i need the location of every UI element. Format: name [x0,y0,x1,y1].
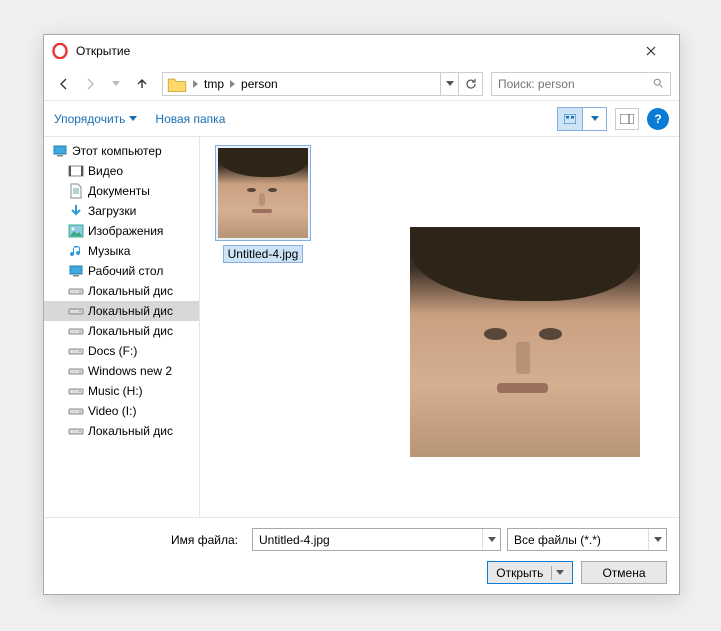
nav-row: tmp person [44,67,679,101]
tree-label: Музыка [88,244,130,258]
back-button[interactable] [52,72,76,96]
search-field[interactable] [498,77,653,91]
drive-icon [68,403,84,419]
search-icon [653,77,664,90]
nav-tree[interactable]: Этот компьютер Видео Документы Загрузки Изо… [44,137,200,517]
organize-menu[interactable]: Упорядочить [54,112,137,126]
tree-item[interactable]: Рабочий стол [44,261,199,281]
tree-root-this-pc[interactable]: Этот компьютер [44,141,199,161]
tree-item[interactable]: Видео [44,161,199,181]
close-button[interactable] [631,37,671,65]
new-folder-button[interactable]: Новая папка [155,112,225,126]
drive-icon [68,283,84,299]
drive-icon [68,423,84,439]
cancel-button[interactable]: Отмена [581,561,667,584]
tree-label: Локальный дис [88,284,173,298]
chevron-right-icon[interactable] [191,77,200,91]
filename-dropdown[interactable] [482,529,500,550]
file-item[interactable]: Untitled-4.jpg [208,145,318,263]
folder-icon [167,74,187,94]
tree-item[interactable]: Video (I:) [44,401,199,421]
drive-icon [68,303,84,319]
music-icon [68,243,84,259]
image-icon [68,223,84,239]
tree-label: Windows new 2 [88,364,172,378]
filetype-text: Все файлы (*.*) [508,533,648,547]
drive-icon [68,363,84,379]
download-icon [68,203,84,219]
tree-label: Docs (F:) [88,344,137,358]
titlebar: Открытие [44,35,679,67]
tree-item[interactable]: Windows new 2 [44,361,199,381]
footer: Имя файла: Все файлы (*.*) Открыть Отмен… [44,517,679,594]
drive-icon [68,323,84,339]
window-title: Открытие [76,44,631,58]
tree-label: Локальный дис [88,304,173,318]
tree-label: Music (H:) [88,384,143,398]
filename-label: Имя файла: [56,533,246,547]
breadcrumb-dropdown[interactable] [440,73,458,95]
view-icons-button[interactable] [558,108,582,130]
pc-icon [52,143,68,159]
view-mode-group [557,107,607,131]
tree-label: Video (I:) [88,404,136,418]
tree-label: Загрузки [88,204,136,218]
file-label: Untitled-4.jpg [223,245,304,263]
preview-pane-button[interactable] [615,108,639,130]
tree-item[interactable]: Загрузки [44,201,199,221]
breadcrumb[interactable]: tmp person [162,72,483,96]
tree-label: Видео [88,164,123,178]
tree-item[interactable]: Музыка [44,241,199,261]
files-area: Untitled-4.jpg [200,137,679,517]
toolbar: Упорядочить Новая папка ? [44,101,679,137]
drive-icon [68,343,84,359]
preview-image [410,227,640,457]
video-icon [68,163,84,179]
file-open-dialog: Открытие tmp person Упорядочить Но [43,34,680,595]
tree-label: Рабочий стол [88,264,163,278]
forward-button[interactable] [78,72,102,96]
tree-label: Локальный дис [88,424,173,438]
desktop-icon [68,263,84,279]
body: Этот компьютер Видео Документы Загрузки Изо… [44,137,679,517]
drive-icon [68,383,84,399]
tree-label: Этот компьютер [72,144,162,158]
tree-item[interactable]: Docs (F:) [44,341,199,361]
up-button[interactable] [130,72,154,96]
help-button[interactable]: ? [647,108,669,130]
opera-icon [52,43,68,59]
tree-item[interactable]: Локальный дис [44,281,199,301]
file-thumbnail [215,145,311,241]
tree-item[interactable]: Локальный дис [44,421,199,441]
chevron-right-icon[interactable] [228,77,237,91]
file-list[interactable]: Untitled-4.jpg [200,137,400,517]
refresh-button[interactable] [458,73,482,95]
tree-label: Документы [88,184,150,198]
tree-item[interactable]: Локальный дис [44,321,199,341]
tree-item[interactable]: Документы [44,181,199,201]
tree-item[interactable]: Локальный дис [44,301,199,321]
tree-label: Локальный дис [88,324,173,338]
filename-combo[interactable] [252,528,501,551]
search-input[interactable] [491,72,671,96]
filetype-combo[interactable]: Все файлы (*.*) [507,528,667,551]
filename-input[interactable] [253,533,482,547]
preview-pane [400,137,679,517]
filetype-dropdown[interactable] [648,529,666,550]
breadcrumb-seg-person[interactable]: person [237,77,282,91]
open-button[interactable]: Открыть [487,561,573,584]
breadcrumb-seg-tmp[interactable]: tmp [200,77,228,91]
doc-icon [68,183,84,199]
recent-dropdown[interactable] [104,72,128,96]
tree-item[interactable]: Music (H:) [44,381,199,401]
view-dropdown[interactable] [582,108,606,130]
tree-label: Изображения [88,224,163,238]
tree-item[interactable]: Изображения [44,221,199,241]
